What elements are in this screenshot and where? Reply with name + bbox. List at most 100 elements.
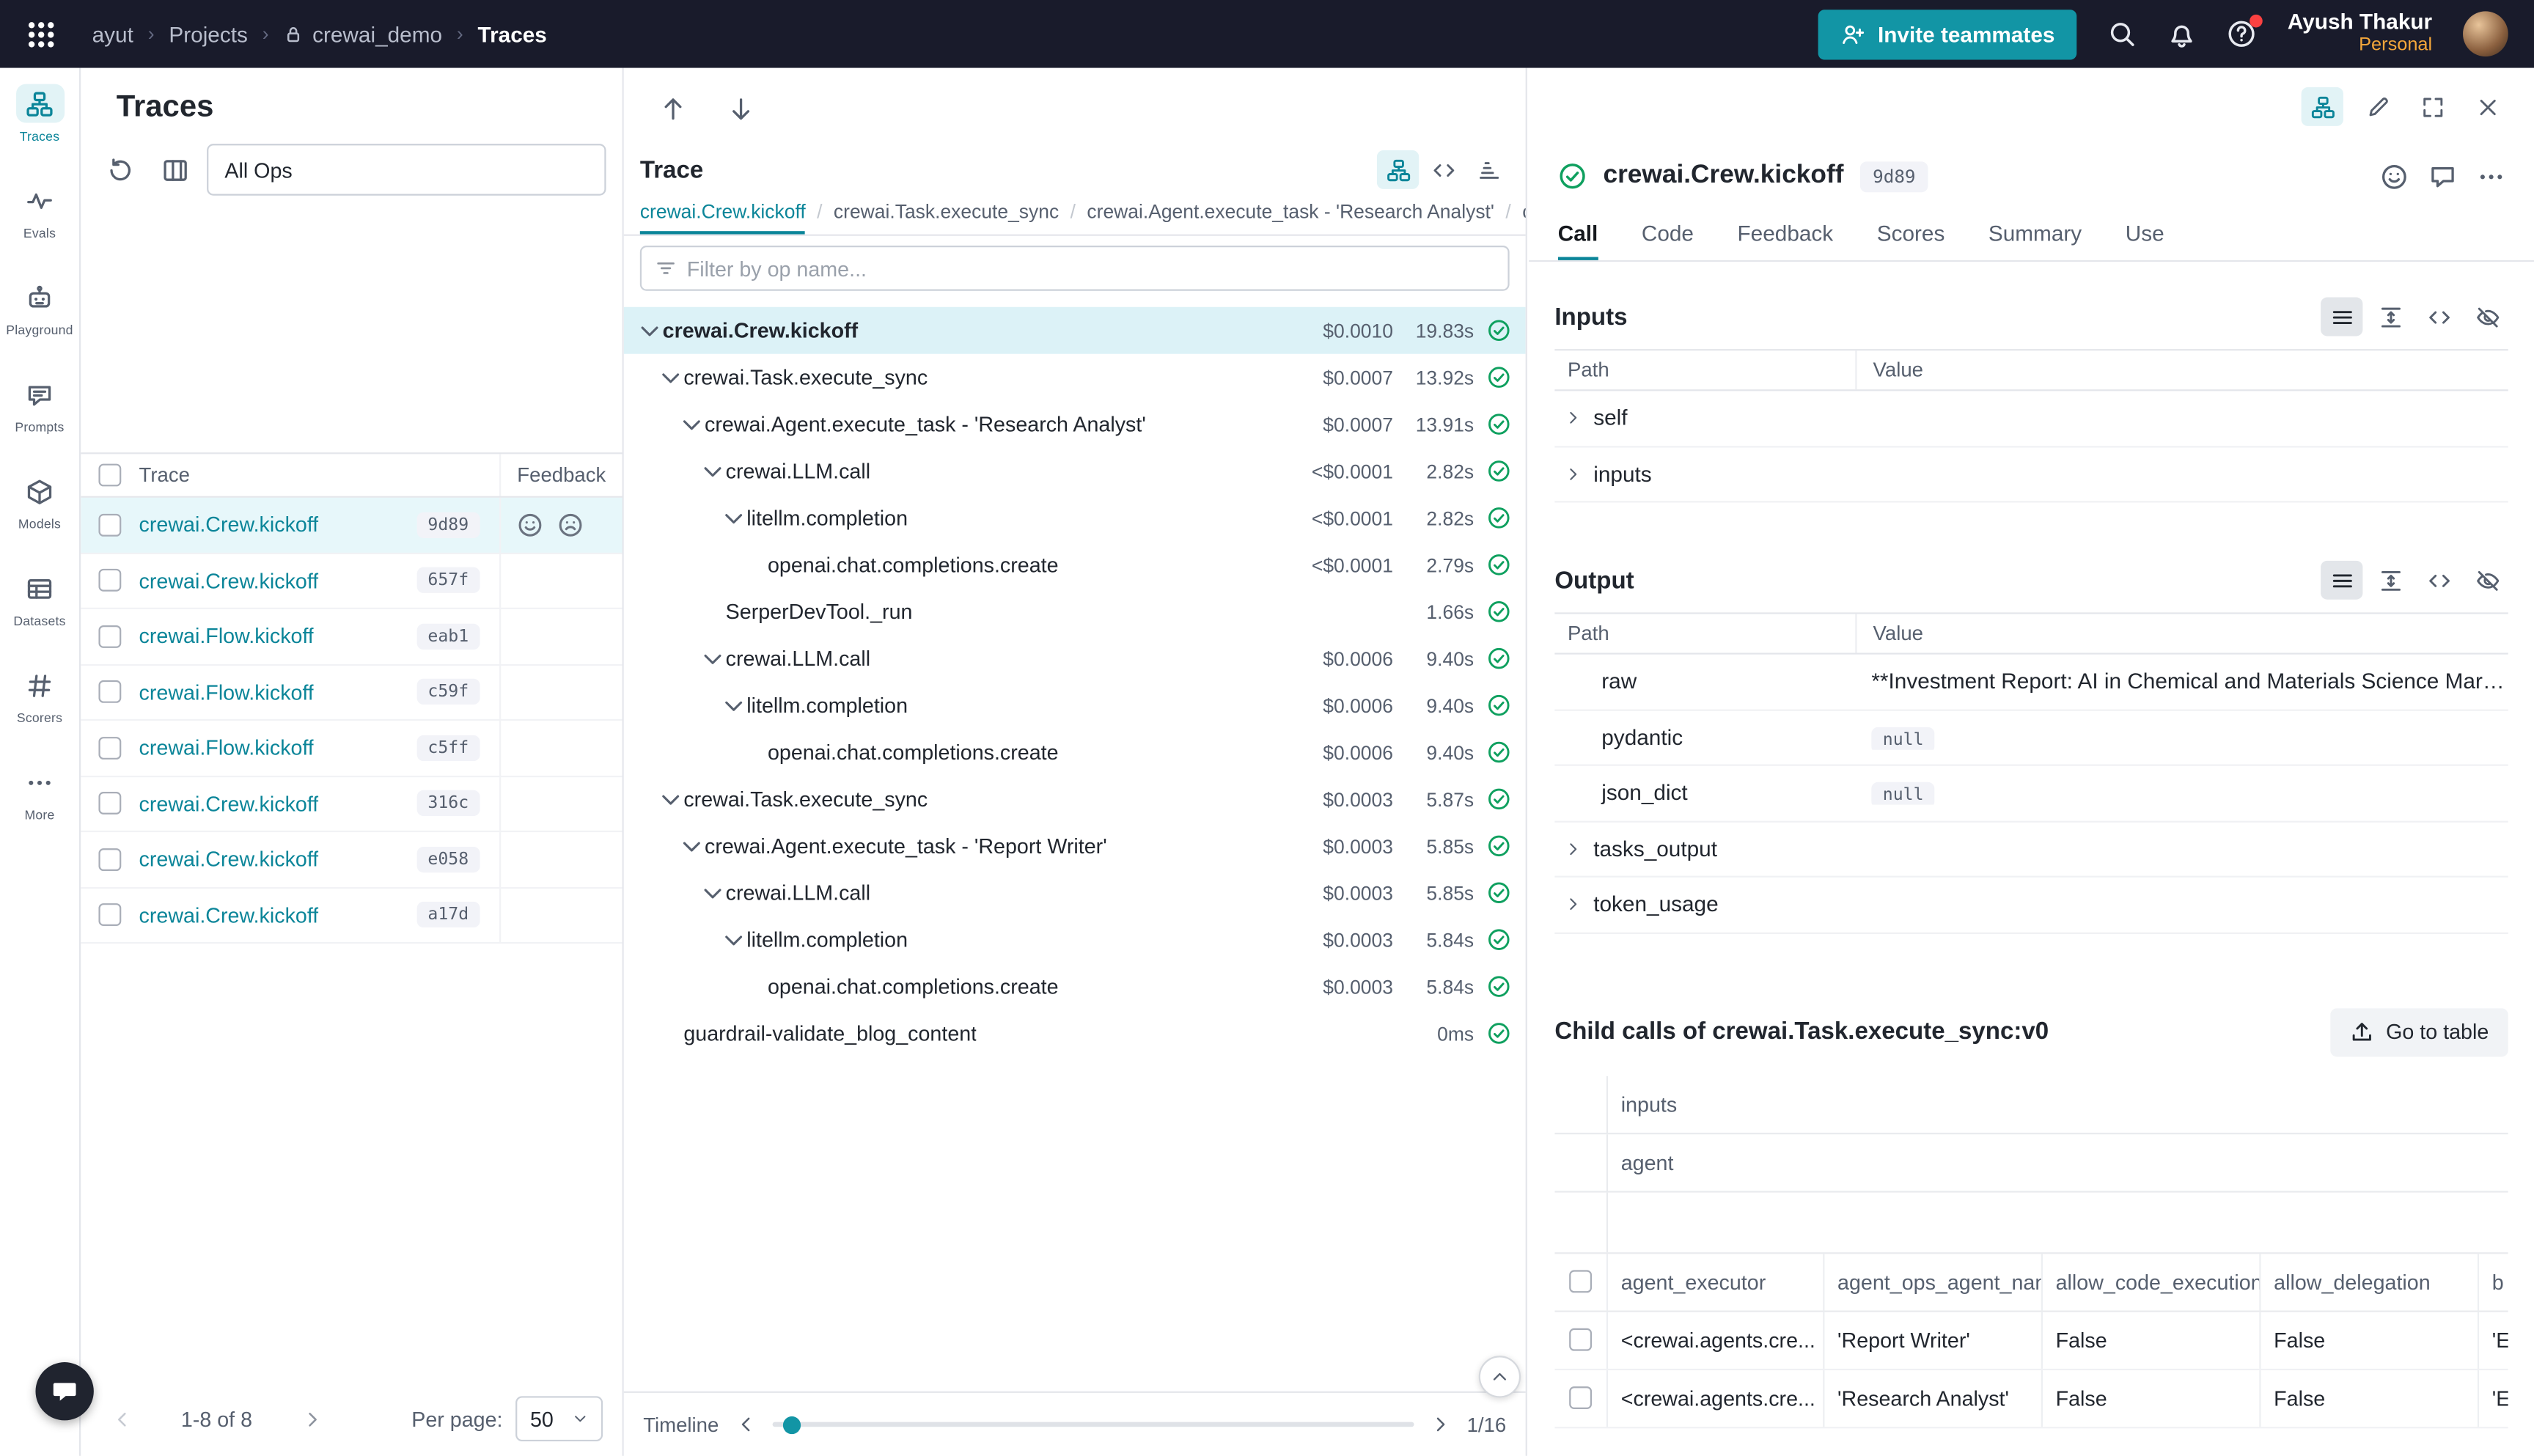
- kv-row[interactable]: tasks_output: [1554, 822, 2508, 878]
- nav-item-prompts[interactable]: Prompts: [1, 375, 78, 457]
- wandb-logo-icon[interactable]: [26, 18, 56, 49]
- row-checkbox[interactable]: [98, 680, 121, 703]
- call-tree-row[interactable]: litellm.completion$0.00035.84s: [624, 916, 1526, 963]
- nav-item-playground[interactable]: Playground: [1, 278, 78, 360]
- call-tree-row[interactable]: crewai.Crew.kickoff$0.001019.83s: [624, 307, 1526, 354]
- kv-row[interactable]: token_usage: [1554, 878, 2508, 933]
- trace-op-link[interactable]: crewai.Crew.kickoff: [139, 512, 319, 537]
- trace-op-link[interactable]: crewai.Flow.kickoff: [139, 624, 314, 648]
- code-view-toggle[interactable]: [1422, 150, 1464, 189]
- nav-item-traces[interactable]: Traces: [1, 84, 78, 166]
- expand-rows-button[interactable]: [2369, 298, 2411, 337]
- tab-scores[interactable]: Scores: [1877, 207, 1945, 260]
- list-view-button[interactable]: [2321, 561, 2362, 600]
- support-chat-button[interactable]: [35, 1362, 93, 1420]
- prev-trace-button[interactable]: [650, 86, 695, 131]
- trace-breadcrumb-tab[interactable]: crewai.Crew.kickoff: [640, 200, 806, 234]
- tree-expand-toggle[interactable]: [679, 411, 705, 437]
- trace-list-row[interactable]: crewai.Crew.kickoffe058: [81, 832, 622, 888]
- tree-view-toggle[interactable]: [1377, 150, 1419, 189]
- invite-teammates-button[interactable]: Invite teammates: [1818, 9, 2077, 59]
- call-tree-row[interactable]: guardrail-validate_blog_content0ms: [624, 1010, 1526, 1057]
- trace-op-link[interactable]: crewai.Flow.kickoff: [139, 735, 314, 760]
- per-page-select[interactable]: 50: [515, 1396, 603, 1441]
- tab-summary[interactable]: Summary: [1988, 207, 2082, 260]
- refresh-button[interactable]: [97, 147, 142, 193]
- trace-breadcrumb-tab[interactable]: crewai.LLM.cal: [1522, 200, 1525, 234]
- call-tree-row[interactable]: crewai.Agent.execute_task - 'Report Writ…: [624, 823, 1526, 869]
- trace-breadcrumb-tab[interactable]: crewai.Agent.execute_task - 'Research An…: [1087, 200, 1494, 234]
- nav-item-evals[interactable]: Evals: [1, 181, 78, 263]
- row-checkbox[interactable]: [98, 625, 121, 647]
- row-checkbox[interactable]: [98, 737, 121, 760]
- user-menu[interactable]: Ayush Thakur Personal: [2288, 10, 2432, 58]
- avatar[interactable]: [2463, 11, 2508, 56]
- edit-button[interactable]: [2357, 87, 2398, 126]
- expand-rows-button[interactable]: [2369, 561, 2411, 600]
- row-checkbox[interactable]: [98, 793, 121, 815]
- row-checkbox[interactable]: [98, 848, 121, 871]
- go-to-table-button[interactable]: Go to table: [2331, 1007, 2508, 1056]
- trace-op-link[interactable]: crewai.Crew.kickoff: [139, 791, 319, 815]
- trace-op-link[interactable]: crewai.Crew.kickoff: [139, 847, 319, 871]
- trace-list-row[interactable]: crewai.Crew.kickoffa17d: [81, 888, 622, 944]
- breadcrumb-item[interactable]: ayut: [92, 22, 133, 46]
- tree-expand-toggle[interactable]: [636, 317, 662, 343]
- detail-tree-toggle[interactable]: [2302, 87, 2343, 126]
- breadcrumb-item[interactable]: crewai_demo: [283, 22, 442, 46]
- close-panel-button[interactable]: [2466, 87, 2508, 126]
- more-menu-icon[interactable]: [2478, 163, 2505, 190]
- expand-chevron-icon[interactable]: [1565, 465, 1582, 482]
- trace-list-row[interactable]: crewai.Flow.kickoffeab1: [81, 609, 622, 665]
- call-tree-row[interactable]: openai.chat.completions.create<$0.00012.…: [624, 541, 1526, 588]
- child-table-row[interactable]: <crewai.agents.cre...'Research Analyst'F…: [1554, 1369, 2508, 1427]
- ops-filter-dropdown[interactable]: All Ops: [207, 144, 606, 196]
- nav-item-more[interactable]: More: [1, 762, 78, 845]
- row-checkbox[interactable]: [98, 513, 121, 536]
- call-tree-row[interactable]: crewai.Task.execute_sync$0.00035.87s: [624, 776, 1526, 823]
- timeline-slider[interactable]: [772, 1422, 1414, 1427]
- tree-expand-toggle[interactable]: [721, 692, 746, 718]
- list-view-button[interactable]: [2321, 298, 2362, 337]
- tab-code[interactable]: Code: [1642, 207, 1694, 260]
- trace-list-row[interactable]: crewai.Crew.kickoff657f: [81, 554, 622, 609]
- tree-expand-toggle[interactable]: [658, 364, 683, 390]
- search-icon[interactable]: [2108, 19, 2137, 48]
- tree-expand-toggle[interactable]: [699, 880, 725, 905]
- trace-op-link[interactable]: crewai.Crew.kickoff: [139, 903, 319, 927]
- columns-button[interactable]: [152, 147, 197, 193]
- call-tree-row[interactable]: crewai.Task.execute_sync$0.000713.92s: [624, 354, 1526, 401]
- timeline-knob[interactable]: [782, 1416, 800, 1433]
- row-checkbox[interactable]: [1569, 1386, 1592, 1409]
- next-trace-button[interactable]: [718, 86, 763, 131]
- call-tree-row[interactable]: litellm.completion$0.00069.40s: [624, 682, 1526, 729]
- kv-row[interactable]: self: [1554, 391, 2508, 446]
- call-tree-row[interactable]: crewai.Agent.execute_task - 'Research An…: [624, 401, 1526, 448]
- nav-item-datasets[interactable]: Datasets: [1, 569, 78, 651]
- kv-row[interactable]: inputs: [1554, 446, 2508, 502]
- trace-list-row[interactable]: crewai.Crew.kickoff316c: [81, 776, 622, 832]
- tree-expand-toggle[interactable]: [721, 505, 746, 531]
- child-table-row[interactable]: <crewai.agents.cre...'Report Writer'Fals…: [1554, 1312, 2508, 1369]
- hide-values-button[interactable]: [2466, 298, 2508, 337]
- notifications-icon[interactable]: [2168, 19, 2197, 48]
- call-tree-row[interactable]: openai.chat.completions.create$0.00069.4…: [624, 729, 1526, 776]
- select-all-checkbox[interactable]: [1569, 1270, 1592, 1293]
- row-checkbox[interactable]: [98, 569, 121, 592]
- flame-view-toggle[interactable]: [1467, 150, 1509, 189]
- call-tree-row[interactable]: litellm.completion<$0.00012.82s: [624, 494, 1526, 541]
- trace-op-link[interactable]: crewai.Crew.kickoff: [139, 568, 319, 592]
- call-tree-row[interactable]: crewai.LLM.call<$0.00012.82s: [624, 448, 1526, 495]
- hide-values-button[interactable]: [2466, 561, 2508, 600]
- expand-chevron-icon[interactable]: [1565, 409, 1582, 427]
- call-tree-row[interactable]: crewai.LLM.call$0.00069.40s: [624, 635, 1526, 682]
- trace-breadcrumb-tab[interactable]: crewai.Task.execute_sync: [834, 200, 1059, 234]
- expand-chevron-icon[interactable]: [1565, 896, 1582, 913]
- add-reaction-icon[interactable]: [2381, 163, 2408, 190]
- expand-chevron-icon[interactable]: [1565, 840, 1582, 858]
- trace-list-row[interactable]: crewai.Flow.kickoffc59f: [81, 665, 622, 721]
- tab-call[interactable]: Call: [1558, 207, 1598, 260]
- fullscreen-button[interactable]: [2412, 87, 2453, 126]
- scroll-to-top-button[interactable]: [1479, 1356, 1521, 1397]
- code-format-button[interactable]: [2417, 561, 2459, 600]
